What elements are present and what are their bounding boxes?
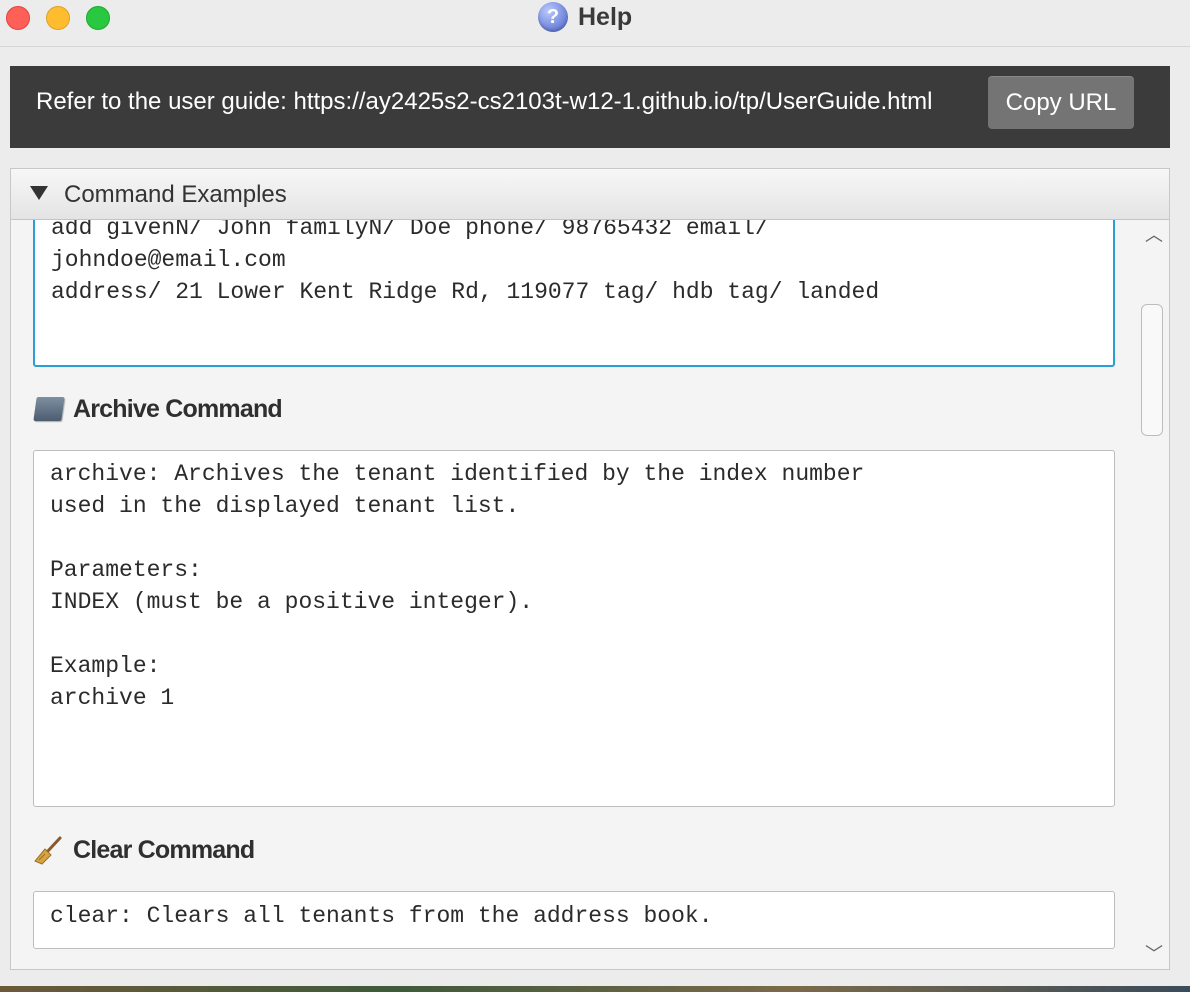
scrollbar-thumb[interactable] <box>1141 304 1163 436</box>
archive-command-title: Archive Command <box>73 394 283 423</box>
user-guide-url-text: Refer to the user guide: https://ay2425s… <box>36 88 933 115</box>
copy-url-button[interactable]: Copy URL <box>988 76 1134 129</box>
clear-command-textarea[interactable]: clear: Clears all tenants from the addre… <box>33 891 1115 949</box>
broom-icon <box>33 834 65 866</box>
window-title: Help <box>578 2 633 31</box>
command-examples-content[interactable]: add givenN/ John familyN/ Doe phone/ 987… <box>11 220 1139 969</box>
command-examples-pane: Command Examples add givenN/ John family… <box>10 168 1170 970</box>
clear-command-title: Clear Command <box>73 835 255 864</box>
folder-icon <box>33 393 65 425</box>
close-window-button[interactable] <box>6 6 30 30</box>
command-examples-header[interactable]: Command Examples <box>11 169 1169 220</box>
user-guide-bar: Refer to the user guide: https://ay2425s… <box>10 66 1170 148</box>
archive-command-textarea[interactable]: archive: Archives the tenant identified … <box>33 450 1115 807</box>
window-title-group: ? Help <box>538 1 632 33</box>
collapse-triangle-icon[interactable] <box>30 186 48 200</box>
scroll-down-chevron-icon[interactable]: ﹀ <box>1143 945 1165 963</box>
command-examples-title: Command Examples <box>64 181 287 208</box>
add-command-textarea[interactable]: add givenN/ John familyN/ Doe phone/ 987… <box>33 220 1115 367</box>
archive-command-heading: Archive Command <box>33 389 283 429</box>
maximize-window-button[interactable] <box>86 6 110 30</box>
question-mark-icon: ? <box>538 2 568 32</box>
scroll-up-chevron-icon[interactable]: ︿ <box>1143 226 1165 244</box>
minimize-window-button[interactable] <box>46 6 70 30</box>
clear-command-heading: Clear Command <box>33 830 255 870</box>
desktop-background-strip <box>0 986 1190 992</box>
vertical-scrollbar[interactable]: ︿ ﹀ <box>1139 220 1169 969</box>
title-bar: ? Help <box>0 0 1190 47</box>
